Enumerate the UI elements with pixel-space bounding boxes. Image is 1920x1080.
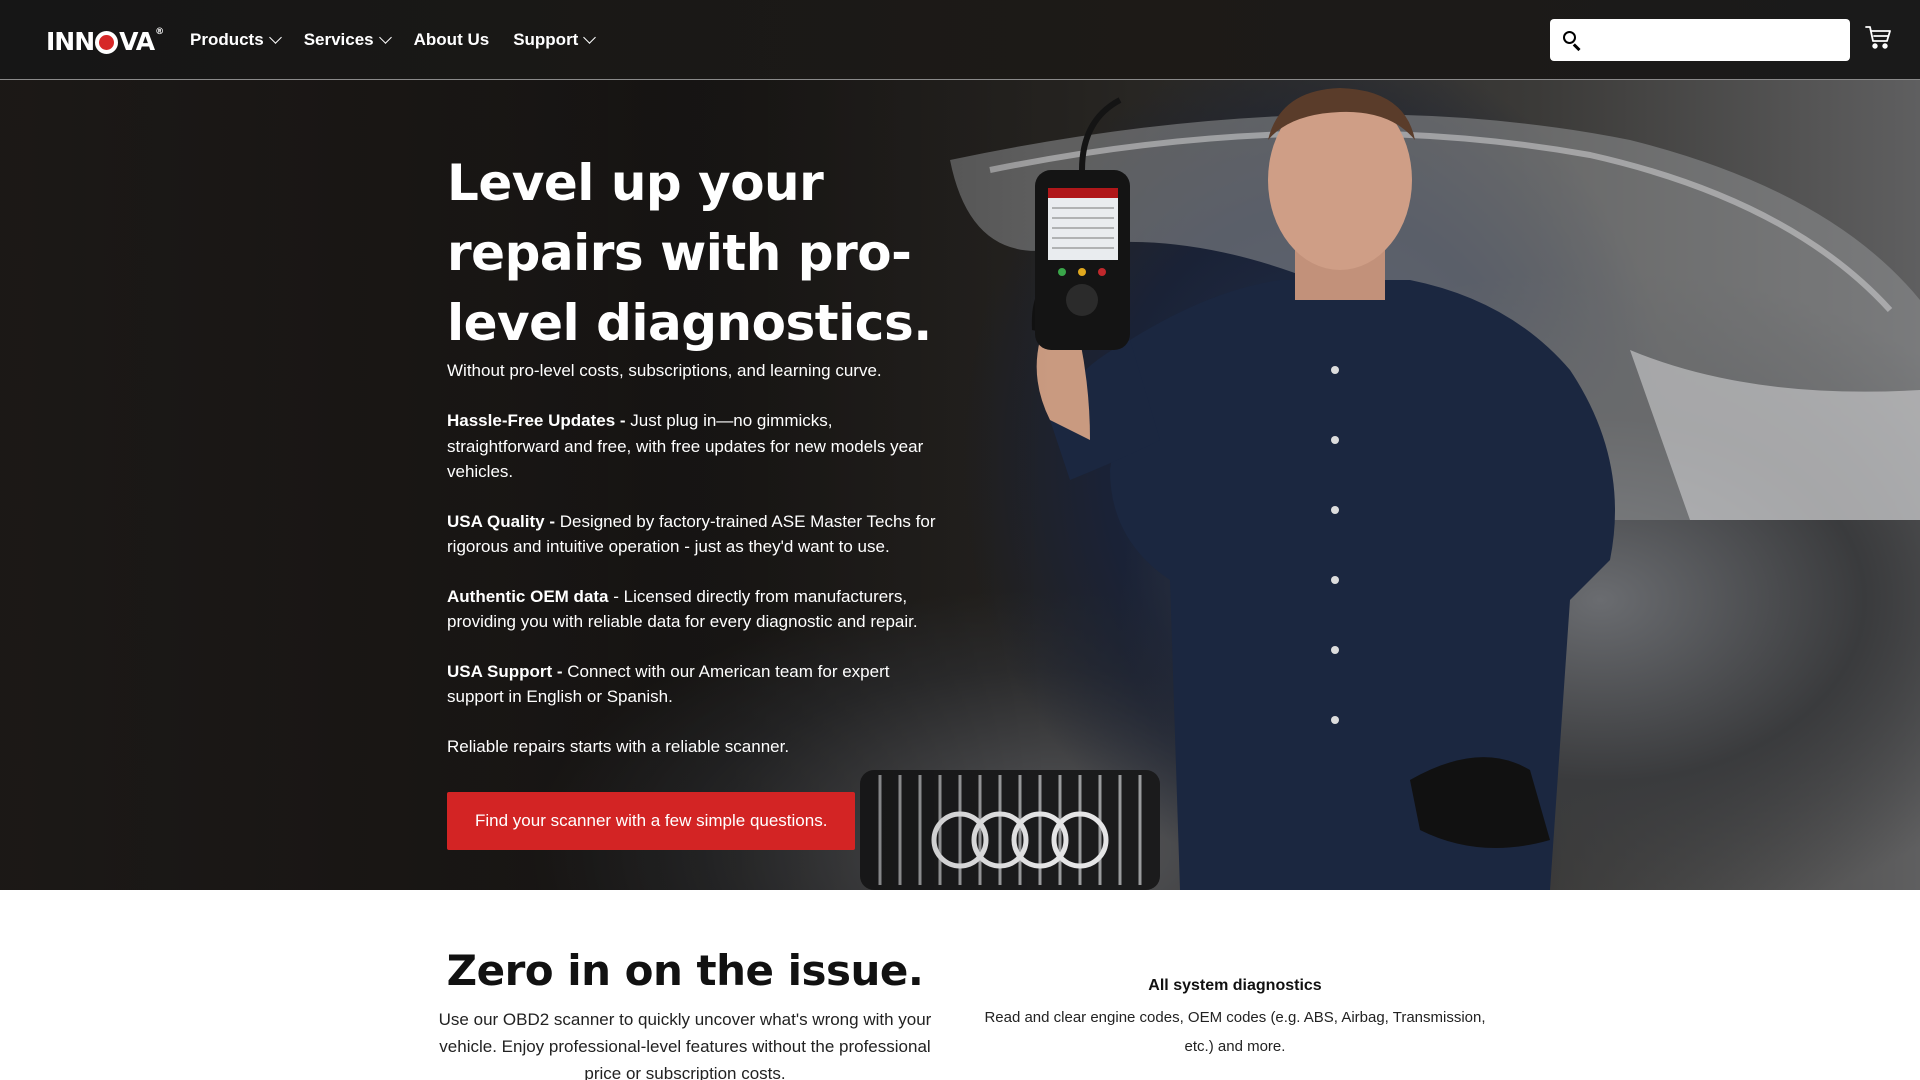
hero-subtitle: Without pro-level costs, subscriptions, … (447, 361, 882, 380)
chevron-down-icon (268, 31, 282, 44)
mechanic-with-scanner-illustration (1031, 88, 1615, 890)
feature-card-text: Read and clear engine codes, OEM codes (… (984, 1009, 1486, 1055)
logo-o-icon (95, 30, 119, 54)
nav-products-label: Products (190, 30, 264, 49)
find-scanner-button[interactable]: Find your scanner with a few simple ques… (447, 791, 856, 850)
search-icon[interactable] (1550, 19, 1586, 61)
feature-label: USA Support - (447, 661, 563, 681)
feature-label: USA Quality - (447, 511, 555, 531)
nav-services[interactable]: Services (303, 30, 392, 50)
site-header: INN VA ® Products Services About Us Supp… (0, 0, 1920, 80)
chevron-down-icon (583, 31, 597, 44)
feature-hassle-free-updates: Hassle-Free Updates - Just plug in—no gi… (447, 408, 947, 485)
section-description: Use our OBD2 scanner to quickly uncover … (438, 1010, 932, 1080)
main-nav: Products Services About Us Support (190, 0, 597, 80)
search-box (1550, 19, 1850, 61)
search-input[interactable] (1586, 19, 1850, 61)
nav-about-us[interactable]: About Us (414, 30, 490, 50)
feature-usa-support: USA Support - Connect with our American … (447, 659, 947, 710)
nav-about-us-label: About Us (413, 30, 490, 49)
feature-label: Authentic OEM data (447, 586, 609, 606)
feature-label: Hassle-Free Updates - (447, 411, 626, 430)
nav-services-label: Services (303, 30, 374, 49)
hero-banner: Level up your repairs with pro-level dia… (0, 80, 1920, 890)
zero-in-section: Zero in on the issue. Use our OBD2 scann… (0, 890, 1920, 1080)
hero-title: Level up your repairs with pro-level dia… (447, 154, 932, 352)
cart-icon[interactable] (1864, 24, 1892, 50)
section-title: Zero in on the issue. (446, 946, 924, 995)
nav-support-label: Support (513, 30, 579, 49)
hero-closing-line: Reliable repairs starts with a reliable … (447, 736, 790, 756)
logo-registered-mark: ® (155, 27, 164, 37)
nav-products[interactable]: Products (190, 30, 282, 50)
hero-content: Level up your repairs with pro-level dia… (447, 148, 967, 850)
feature-card-title: All system diagnostics (1148, 977, 1322, 994)
innova-logo[interactable]: INN VA ® (46, 26, 164, 56)
feature-usa-quality: USA Quality - Designed by factory-traine… (447, 509, 947, 560)
logo-text-left: INN (46, 26, 95, 56)
chevron-down-icon (378, 31, 392, 44)
feature-authentic-oem-data: Authentic OEM data - Licensed directly f… (447, 584, 947, 635)
logo-text-right: VA (119, 26, 155, 56)
nav-support[interactable]: Support (513, 30, 597, 50)
